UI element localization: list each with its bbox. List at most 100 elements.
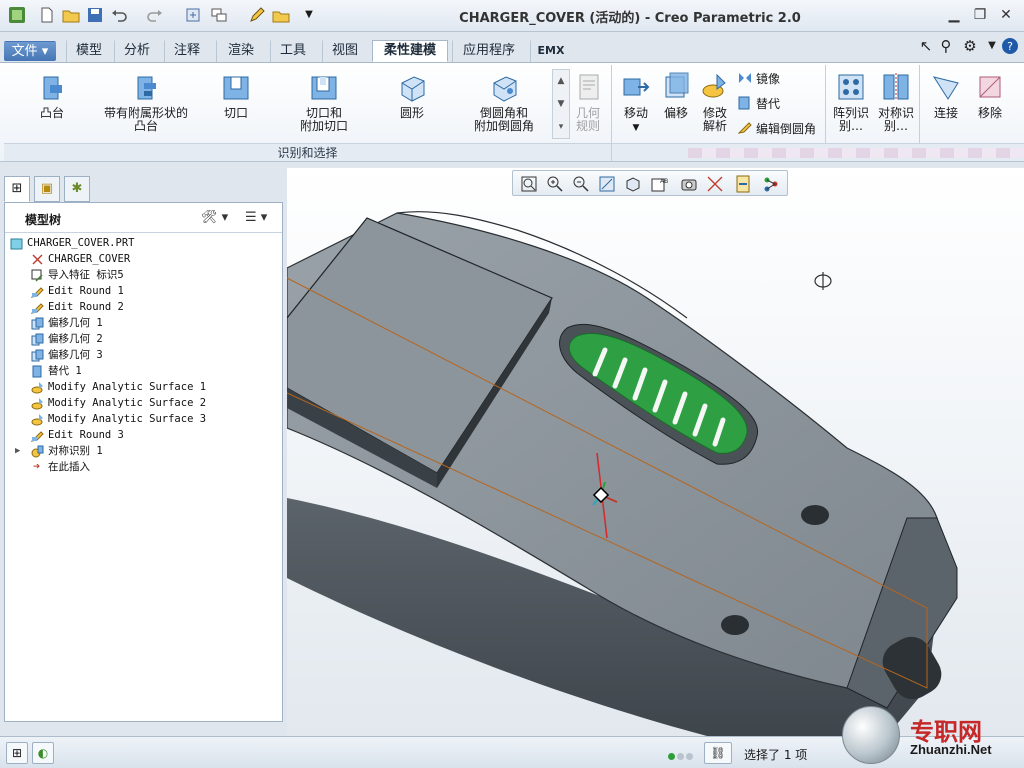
scroll-down-icon[interactable]: ▼ (553, 93, 569, 116)
boss-button[interactable]: 凸台 (20, 71, 84, 120)
round-icon (401, 76, 425, 102)
tree-item-offset-3[interactable]: 偏移几何 3 (5, 347, 282, 363)
zoom-in-icon[interactable] (545, 174, 565, 194)
cut-attached-icon (311, 76, 337, 100)
round-button[interactable]: 圆形 (380, 71, 444, 120)
tab-emx[interactable]: EMX (530, 40, 572, 62)
tree-item-offset-1[interactable]: 偏移几何 1 (5, 315, 282, 331)
tree-item-modify-analytic-3[interactable]: Modify Analytic Surface 3 (5, 411, 282, 427)
zoom-out-icon[interactable] (571, 174, 591, 194)
search-icon[interactable]: ⚲ (936, 36, 956, 56)
symmetry-recognition-icon (883, 73, 909, 101)
folder-browser-tab-icon[interactable]: ▣ (34, 176, 60, 202)
favorites-tab-icon[interactable]: ✱ (64, 176, 90, 202)
tree-item-label: 导入特征 标识5 (48, 269, 124, 281)
remove-button[interactable]: 移除 (970, 71, 1010, 120)
edit-round-button[interactable]: 编辑倒圆角 (738, 119, 816, 139)
tab-flexible-modeling[interactable]: 柔性建模 (372, 40, 448, 62)
tree-item-offset-2[interactable]: 偏移几何 2 (5, 331, 282, 347)
spin-center-toggle-icon[interactable] (733, 174, 753, 194)
pattern-recognition-button[interactable]: 阵列识 别… (830, 71, 872, 133)
move-dropdown-icon[interactable]: ▼ (633, 123, 640, 133)
edit-icon[interactable] (248, 6, 266, 24)
tab-file[interactable]: 文件 ▾ (4, 41, 56, 61)
geometry-rule-button[interactable]: 几何 规则 (568, 71, 608, 133)
view-toolbar: AB (512, 170, 788, 196)
save-icon[interactable] (86, 6, 104, 24)
tab-tools[interactable]: 工具 (270, 40, 316, 62)
display-style-icon[interactable] (623, 174, 643, 194)
tree-item-label: 在此插入 (48, 461, 90, 473)
open-folder-icon[interactable] (62, 6, 80, 24)
tree-item-substitute-1[interactable]: 替代 1 (5, 363, 282, 379)
datum-display-icon[interactable] (705, 174, 725, 194)
symmetry-recognition-button[interactable]: 对称识 别… (874, 71, 918, 133)
app-logo-icon[interactable] (8, 6, 26, 24)
repaint-icon[interactable] (597, 174, 617, 194)
scroll-up-icon[interactable]: ▲ (553, 70, 569, 93)
cut-button[interactable]: 切口 (208, 71, 264, 120)
saved-orientations-icon[interactable]: AB (649, 174, 669, 194)
tree-item-label: 偏移几何 3 (48, 349, 103, 361)
substitute-button[interactable]: 替代 (738, 94, 780, 114)
tree-item-import-feature[interactable]: 导入特征 标识5 (5, 267, 282, 283)
modify-analytic-button[interactable]: 修改 解析 (696, 71, 734, 133)
move-button[interactable]: 移动 ▼ (616, 71, 656, 135)
tree-item-part[interactable]: CHARGER_COVER.PRT (5, 235, 282, 251)
tab-view[interactable]: 视图 (322, 40, 368, 62)
close-window-icon[interactable] (272, 6, 290, 24)
tree-item-modify-analytic-1[interactable]: Modify Analytic Surface 1 (5, 379, 282, 395)
cut-and-attached-button[interactable]: 切口和 附加切口 (284, 71, 364, 133)
tree-item-symmetry-1[interactable]: ▶ 对称识别 1 (5, 443, 282, 459)
tree-item-edit-round-3[interactable]: Edit Round 3 (5, 427, 282, 443)
redo-icon[interactable] (146, 6, 164, 24)
refit-icon[interactable] (519, 174, 539, 194)
settings-icon[interactable]: ⚙ (960, 36, 980, 56)
tree-columns-icon[interactable]: ☰ ▾ (245, 209, 267, 227)
show-browser-icon[interactable]: ◐ (32, 742, 54, 764)
group-label-strip-right (612, 143, 1024, 161)
tab-annotate[interactable]: 注释 (164, 40, 210, 62)
new-file-icon[interactable] (38, 6, 56, 24)
tab-render[interactable]: 渲染 (216, 40, 266, 62)
arrow-back-icon[interactable]: ↖ (916, 36, 936, 56)
model-tree-panel: 模型树 🛠 ▾ ☰ ▾ CHARGER_COVER.PRT CHARGER_CO… (4, 202, 283, 722)
regenerate-icon[interactable] (184, 6, 202, 24)
edit-round-icon (30, 285, 44, 298)
annotation-display-icon[interactable] (761, 174, 781, 194)
mounting-hole (721, 615, 749, 635)
tree-item-edit-round-2[interactable]: Edit Round 2 (5, 299, 282, 315)
mirror-button[interactable]: 镜像 (738, 69, 780, 89)
offset-button[interactable]: 偏移 (658, 71, 694, 120)
close-icon[interactable]: ✕ (996, 6, 1016, 24)
group-recognize-select: 凸台 带有附属形状的 凸台 切口 切口和 附加切口 圆形 倒圆角和 附加倒圆角 … (4, 65, 612, 161)
tab-analysis[interactable]: 分析 (114, 40, 160, 62)
boss-with-attached-button[interactable]: 带有附属形状的 凸台 (94, 71, 198, 133)
settings-dropdown-icon[interactable]: ▼ (982, 36, 1002, 56)
help-icon[interactable]: ? (1000, 36, 1020, 56)
tab-model[interactable]: 模型 (66, 40, 112, 62)
tree-item-modify-analytic-2[interactable]: Modify Analytic Surface 2 (5, 395, 282, 411)
model-tree-tab-icon[interactable]: ⊞ (4, 176, 30, 202)
expand-arrow-icon[interactable]: ▶ (15, 443, 25, 459)
tree-item-insert-here[interactable]: ➔ 在此插入 (5, 459, 282, 475)
windows-icon[interactable] (210, 6, 228, 24)
customize-toolbar-icon[interactable]: ▼ (300, 6, 318, 24)
tree-item-csys[interactable]: CHARGER_COVER (5, 251, 282, 267)
tree-item-edit-round-1[interactable]: Edit Round 1 (5, 283, 282, 299)
ribbon: 凸台 带有附属形状的 凸台 切口 切口和 附加切口 圆形 倒圆角和 附加倒圆角 … (0, 62, 1024, 162)
view-manager-icon[interactable] (679, 174, 699, 194)
minimize-icon[interactable]: ▁ (944, 6, 964, 24)
restore-icon[interactable]: ❐ (970, 6, 990, 24)
tab-applications[interactable]: 应用程序 (452, 40, 526, 62)
show-navigator-icon[interactable]: ⊞ (6, 742, 28, 764)
tree-settings-icon[interactable]: 🛠 ▾ (201, 209, 228, 227)
round-and-attached-button[interactable]: 倒圆角和 附加倒圆角 (460, 71, 548, 133)
gallery-expand-icon[interactable]: ▾ (553, 116, 569, 139)
find-icon[interactable]: ⛓ (704, 742, 732, 764)
graphics-viewport[interactable] (287, 168, 1024, 736)
undo-icon[interactable] (110, 6, 128, 24)
tree-item-label: 对称识别 1 (48, 445, 103, 457)
watermark: 专职网 Zhuanzhi.Net (910, 712, 1022, 764)
connect-button[interactable]: 连接 (926, 71, 966, 120)
